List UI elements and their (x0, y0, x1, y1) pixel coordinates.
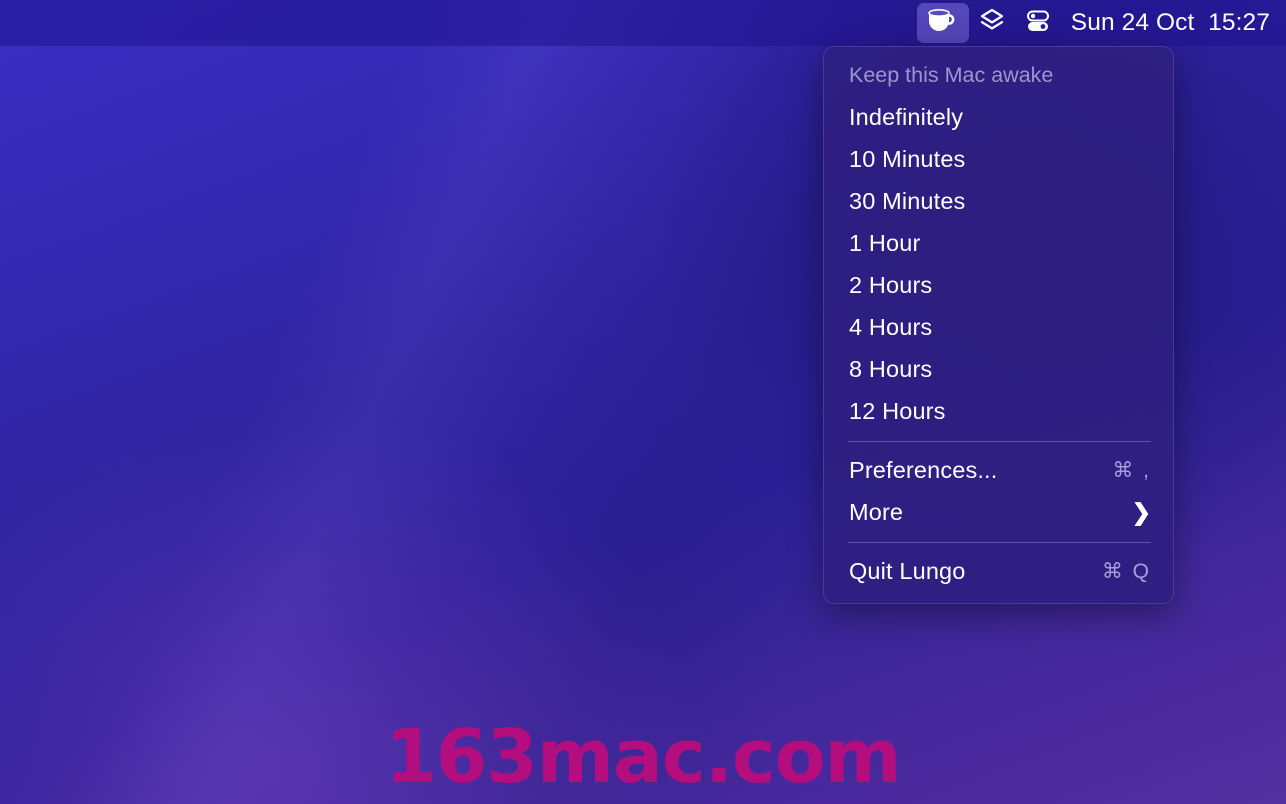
menu-item-label: 2 Hours (849, 272, 933, 299)
watermark-text: 163mac.com (385, 714, 901, 800)
menu-item-preferences[interactable]: Preferences... ⌘ , (824, 450, 1173, 492)
menu-separator-2 (848, 541, 1151, 543)
menu-item-label: 12 Hours (849, 398, 946, 425)
menu-item-4-hours[interactable]: 4 Hours (824, 307, 1173, 349)
menu-item-label: 8 Hours (849, 356, 933, 383)
menu-item-label: Preferences... (849, 457, 998, 484)
menu-item-indefinitely[interactable]: Indefinitely (824, 97, 1173, 139)
desktop: Sun 24 Oct 15:27 Keep this Mac awake Ind… (0, 0, 1286, 804)
lungo-dropdown-menu: Keep this Mac awake Indefinitely 10 Minu… (823, 46, 1174, 604)
menu-item-label: 10 Minutes (849, 146, 966, 173)
menu-separator-1 (848, 440, 1151, 442)
menu-bar: Sun 24 Oct 15:27 (0, 0, 1286, 46)
menu-item-label: More (849, 499, 904, 526)
control-center-icon (1023, 6, 1053, 41)
menubar-item-lungo[interactable] (916, 3, 969, 43)
menu-item-label: 4 Hours (849, 314, 933, 341)
menubar-clock[interactable]: Sun 24 Oct 15:27 (1061, 9, 1274, 37)
menu-item-quit-lungo[interactable]: Quit Lungo ⌘ Q (824, 551, 1173, 593)
menu-item-10-minutes[interactable]: 10 Minutes (824, 139, 1173, 181)
menu-item-label: 30 Minutes (849, 188, 966, 215)
menubar-item-stacks[interactable] (969, 3, 1015, 43)
menu-item-label: 1 Hour (849, 230, 921, 257)
menu-item-shortcut: ⌘ , (1112, 459, 1151, 483)
menu-item-more[interactable]: More ❯ (824, 492, 1173, 534)
menu-item-30-minutes[interactable]: 30 Minutes (824, 181, 1173, 223)
menubar-item-control-center[interactable] (1015, 3, 1061, 43)
lungo-coffee-cup-icon (925, 7, 961, 40)
menu-section-header: Keep this Mac awake (849, 63, 1054, 87)
menu-item-shortcut: ⌘ Q (1101, 560, 1151, 584)
menu-item-8-hours[interactable]: 8 Hours (824, 349, 1173, 391)
menu-item-label: Quit Lungo (849, 558, 966, 585)
menu-item-12-hours[interactable]: 12 Hours (824, 391, 1173, 433)
stack-layers-icon (977, 6, 1007, 41)
menu-item-label: Indefinitely (849, 104, 964, 131)
chevron-right-icon: ❯ (1131, 499, 1151, 526)
menu-item-2-hours[interactable]: 2 Hours (824, 265, 1173, 307)
menu-item-1-hour[interactable]: 1 Hour (824, 223, 1173, 265)
